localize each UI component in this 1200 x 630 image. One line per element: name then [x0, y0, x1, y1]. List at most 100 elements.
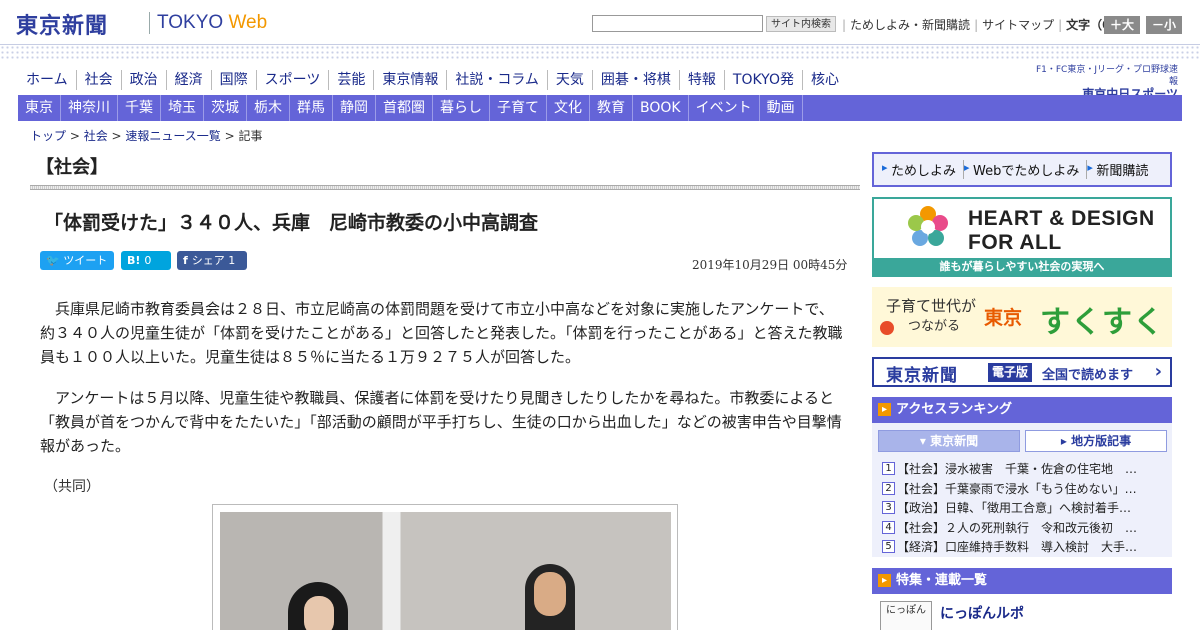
ranking-item-title: 【政治】日韓、「徴用工合意」へ検討着手… — [897, 501, 1132, 516]
header-links: | ためしよみ・新聞購読 | サイトマップ | 文字（0） — [838, 16, 1123, 33]
web-trial-read-link[interactable]: Webでためしよみ — [964, 160, 1088, 179]
ranking-item[interactable]: 4 【社会】２人の死刑執行 令和改元後初 … — [882, 518, 1166, 538]
ranking-item-title: 【社会】浸水被害 千葉・佐倉の住宅地 … — [897, 462, 1138, 477]
logo-divider — [149, 12, 150, 34]
logo-en-web: Web — [228, 12, 268, 33]
feature-thumbnail: にっぽん — [880, 601, 932, 630]
nav-home[interactable]: ホーム — [18, 70, 76, 90]
local-nav-item[interactable]: 教育 — [590, 95, 633, 121]
rank-number: 3 — [882, 501, 895, 515]
nav-kakushin[interactable]: 核心 — [801, 70, 847, 90]
nav-tokyo-info[interactable]: 東京情報 — [373, 70, 446, 90]
article-photo[interactable] — [212, 504, 678, 630]
site-header: 東京新聞 TOKYO Web サイト内検索 | ためしよみ・新聞購読 | サイトマップ… — [0, 0, 1200, 46]
site-search-input[interactable] — [592, 15, 763, 32]
facebook-share-label: シェア — [191, 254, 225, 267]
nav-weather[interactable]: 天気 — [546, 70, 592, 90]
sukusuku-logo: すくすく — [1040, 305, 1164, 340]
local-nav: 東京 神奈川 千葉 埼玉 茨城 栃木 群馬 静岡 首都圏 暮らし 子育て 文化 … — [18, 95, 1182, 121]
ranking-item[interactable]: 2 【社会】千葉豪雨で浸水「もう住めない」… — [882, 479, 1166, 499]
ranking-tab-tokyo-label: 東京新聞 — [930, 434, 979, 448]
site-logo-en[interactable]: TOKYO Web — [157, 12, 267, 34]
ranking-tab-local[interactable]: ▸ 地方版記事 — [1025, 430, 1167, 452]
heart-design-banner[interactable]: HEART & DESIGN FOR ALL 誰もが暮らしやすい社会の実現へ — [872, 197, 1172, 277]
chunichi-tagline: F1・FC東京・Jリーグ・プロ野球速報 — [1035, 65, 1178, 87]
rank-number: 5 — [882, 540, 895, 554]
rank-number: 2 — [882, 481, 895, 495]
breadcrumb-society[interactable]: 社会 — [84, 129, 108, 143]
site-search-button[interactable]: サイト内検索 — [766, 16, 836, 32]
article-headline: 「体罰受けた」３４０人、兵庫 尼崎市教委の小中高調査 — [44, 212, 539, 234]
tokyo-sukusuku-banner[interactable]: 子育て世代が つながる 東京 すくすく — [872, 287, 1172, 347]
local-nav-item[interactable]: 首都圏 — [376, 95, 433, 121]
ranking-item[interactable]: 1 【社会】浸水被害 千葉・佐倉の住宅地 … — [882, 459, 1166, 479]
digital-edition-logo: 東京新聞 — [886, 366, 958, 386]
local-nav-item[interactable]: 東京 — [18, 95, 61, 121]
nav-society[interactable]: 社会 — [75, 70, 121, 90]
rank-number: 1 — [882, 462, 895, 476]
local-nav-item[interactable]: 暮らし — [433, 95, 490, 121]
local-nav-item[interactable]: 埼玉 — [161, 95, 204, 121]
hatena-icon: B! — [127, 254, 141, 267]
nav-economy[interactable]: 経済 — [165, 70, 211, 90]
feature-title: にっぽんルポ — [940, 606, 1024, 622]
divider: | — [842, 18, 847, 32]
twitter-icon: 🐦 — [46, 254, 60, 267]
trial-subscribe-link[interactable]: ためしよみ・新聞購読 — [850, 18, 970, 32]
sukusuku-tokyo: 東京 — [984, 307, 1023, 329]
local-nav-item[interactable]: 千葉 — [118, 95, 161, 121]
local-nav-item[interactable]: イベント — [689, 95, 760, 121]
nav-international[interactable]: 国際 — [210, 70, 256, 90]
local-nav-item[interactable]: 文化 — [547, 95, 590, 121]
photo-person-right — [525, 564, 575, 630]
heart-title-line2: FOR ALL — [968, 231, 1062, 254]
nav-special-report[interactable]: 特報 — [678, 70, 724, 90]
tweet-button[interactable]: 🐦 ツイート — [40, 251, 114, 270]
ranking-item[interactable]: 3 【政治】日韓、「徴用工合意」へ検討着手… — [882, 498, 1166, 518]
digital-edition-banner[interactable]: 東京新聞 電子版 全国で読めます › — [872, 357, 1172, 387]
nav-entertainment[interactable]: 芸能 — [328, 70, 373, 90]
photo-face — [304, 596, 334, 630]
rank-number: 4 — [882, 520, 895, 534]
breadcrumb-news-list[interactable]: 速報ニュース一覧 — [125, 129, 220, 143]
font-size-down-button[interactable]: －小 — [1146, 16, 1182, 34]
sitemap-link[interactable]: サイトマップ — [982, 18, 1054, 32]
local-nav-item[interactable]: 群馬 — [290, 95, 333, 121]
hatena-count: 0 — [144, 254, 152, 267]
facebook-share-button[interactable]: f シェア 1 — [177, 251, 247, 270]
nav-editorial[interactable]: 社説・コラム — [446, 70, 547, 90]
subscription-links: ためしよみ Webでためしよみ 新聞購読 — [872, 152, 1172, 187]
trial-read-link[interactable]: ためしよみ — [882, 160, 965, 179]
chevron-right-icon: › — [1154, 361, 1162, 382]
hatena-bookmark-button[interactable]: B! 0 — [121, 251, 171, 270]
flower-logo-icon — [908, 206, 948, 246]
ranking-tab-local-label: 地方版記事 — [1071, 434, 1132, 448]
ranking-item[interactable]: 5 【経済】口座維持手数料 導入検討 大手… — [882, 537, 1166, 557]
nav-politics[interactable]: 政治 — [120, 70, 166, 90]
nav-tokyo-hatsu[interactable]: TOKYO発 — [723, 70, 802, 90]
site-logo[interactable]: 東京新聞 — [16, 8, 108, 40]
article-paragraph: アンケートは５月以降、児童生徒や教職員、保護者に体罰を受けたり見聞きしたりしたか… — [40, 389, 842, 455]
local-nav-item[interactable]: 茨城 — [204, 95, 247, 121]
article-date: 2019年10月29日 00時45分 — [692, 258, 848, 272]
local-nav-item[interactable]: BOOK — [633, 95, 689, 121]
breadcrumb-current: 記事 — [238, 129, 263, 143]
local-nav-item[interactable]: 神奈川 — [61, 95, 118, 121]
divider: | — [974, 18, 979, 32]
feature-item[interactable]: にっぽん にっぽんルポ — [872, 595, 1172, 630]
subscribe-link[interactable]: 新聞購読 — [1087, 160, 1155, 179]
divider: | — [1058, 18, 1063, 32]
digital-edition-text: 全国で読めます — [1042, 368, 1134, 383]
local-nav-item[interactable]: 動画 — [760, 95, 803, 121]
ranking-tab-tokyo[interactable]: ▾ 東京新聞 — [878, 430, 1020, 452]
photo-person-left — [288, 582, 348, 630]
local-nav-item[interactable]: 静岡 — [333, 95, 376, 121]
breadcrumb-top[interactable]: トップ — [30, 129, 66, 143]
local-nav-item[interactable]: 子育て — [490, 95, 547, 121]
font-size-up-button[interactable]: ＋大 — [1104, 16, 1140, 34]
local-nav-item[interactable]: 栃木 — [247, 95, 290, 121]
ranking-box: ▾ 東京新聞 ▸ 地方版記事 1 【社会】浸水被害 千葉・佐倉の住宅地 … 2 【社… — [872, 423, 1172, 557]
nav-go-shogi[interactable]: 囲碁・将棋 — [591, 70, 679, 90]
category-rule — [30, 185, 860, 190]
nav-sports[interactable]: スポーツ — [255, 70, 329, 90]
